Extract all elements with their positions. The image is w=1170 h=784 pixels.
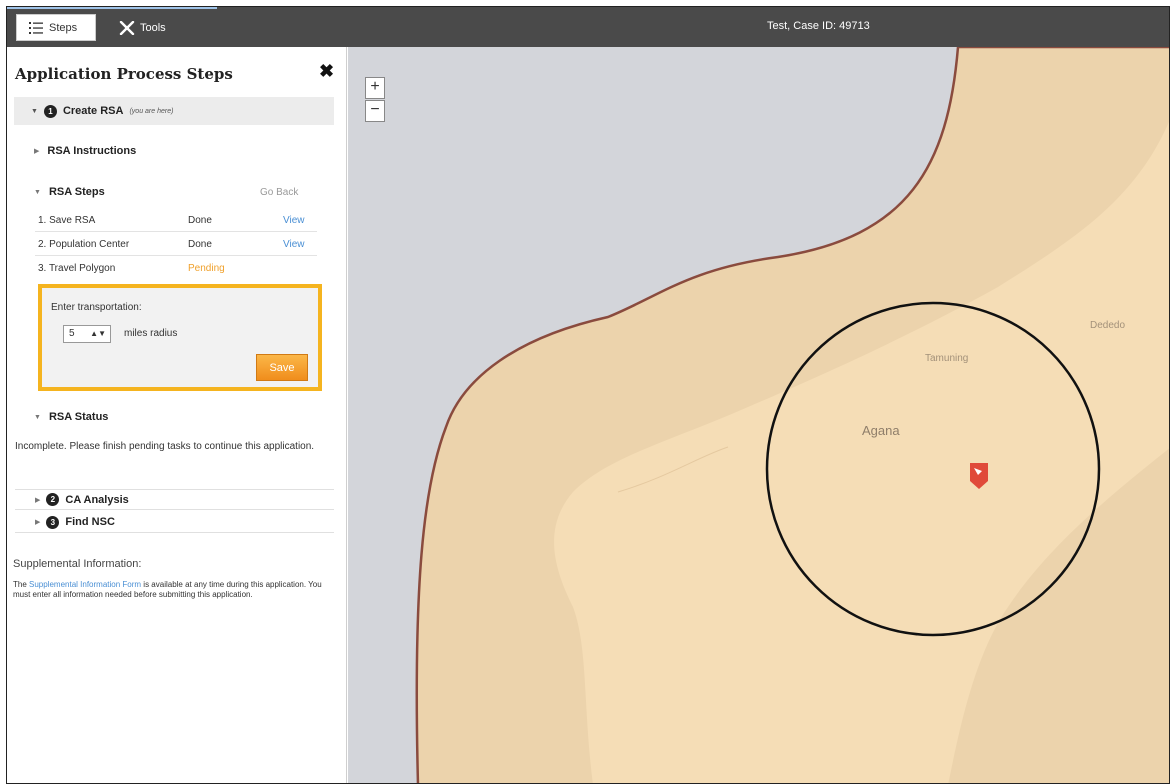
step-row-name: 1. Save RSA — [38, 215, 96, 226]
caret-down-icon: ▼ — [31, 107, 38, 115]
miles-radius-stepper[interactable]: 5 ▲▼ — [63, 325, 111, 343]
you-are-here-note: (you are here) — [129, 107, 174, 115]
caret-right-icon: ▶ — [34, 148, 40, 155]
city-label-dededo: Dededo — [1090, 320, 1126, 331]
save-button[interactable]: Save — [256, 354, 308, 381]
tab-steps[interactable]: Steps — [16, 14, 96, 41]
tab-tools[interactable]: Tools — [119, 17, 166, 39]
step-row: 3. Travel Polygon Pending — [35, 258, 317, 280]
step-create-rsa[interactable]: ▼ 1 Create RSA (you are here) — [14, 97, 334, 125]
rsa-status-toggle[interactable]: ▼ RSA Status — [34, 411, 108, 423]
caret-right-icon: ▶ — [35, 519, 41, 526]
tab-steps-label: Steps — [49, 21, 78, 34]
step-row-name: 3. Travel Polygon — [38, 263, 116, 274]
step-name: CA Analysis — [65, 493, 129, 506]
top-accent-line — [7, 7, 217, 9]
supplemental-title: Supplemental Information: — [13, 558, 142, 570]
transportation-label: Enter transportation: — [51, 302, 142, 313]
rsa-status-text: Incomplete. Please finish pending tasks … — [15, 441, 315, 452]
zoom-out-button[interactable]: − — [365, 100, 385, 122]
miles-radius-label: miles radius — [124, 328, 178, 339]
caret-down-icon: ▼ — [34, 188, 41, 196]
supplemental-form-link[interactable]: Supplemental Information Form — [29, 580, 141, 589]
go-back-link[interactable]: Go Back — [260, 187, 298, 198]
app-window: Steps Tools Test, Case ID: 49713 Applica… — [6, 6, 1170, 784]
step-name: Find NSC — [65, 516, 115, 528]
caret-right-icon: ▶ — [35, 496, 41, 504]
view-link[interactable]: View — [283, 239, 305, 250]
supplemental-text-before: The — [13, 580, 30, 589]
step-row-status: Pending — [188, 263, 225, 274]
step-row-status: Done — [188, 215, 212, 226]
step-row-name: 2. Population Center — [38, 239, 130, 250]
close-icon[interactable]: ✖ — [319, 61, 334, 82]
top-bar: Steps Tools Test, Case ID: 49713 — [7, 7, 1169, 47]
rsa-steps-label: RSA Steps — [48, 186, 105, 198]
panel-title: Application Process Steps — [15, 65, 233, 83]
step-row: 1. Save RSA Done View — [35, 210, 317, 232]
step-row: 2. Population Center Done View — [35, 234, 317, 256]
step-name: Create RSA — [62, 105, 124, 117]
city-label-tamuning: Tamuning — [925, 353, 969, 364]
step-number-badge: 1 — [43, 104, 57, 118]
step-ca-analysis[interactable]: ▶ 2 CA Analysis — [15, 489, 334, 510]
miles-radius-value: 5 — [69, 328, 75, 339]
case-title: Test, Case ID: 49713 — [767, 20, 870, 32]
map-canvas[interactable] — [348, 47, 1170, 784]
city-label-agana: Agana — [862, 423, 900, 438]
tab-tools-label: Tools — [140, 22, 166, 34]
rsa-status-label: RSA Status — [48, 411, 109, 423]
zoom-in-button[interactable]: + — [365, 77, 385, 99]
map-view[interactable]: + − Dededo Tamuning Agana — [348, 47, 1170, 784]
step-row-status: Done — [188, 239, 212, 250]
stepper-arrows-icon[interactable]: ▲▼ — [90, 326, 106, 342]
step-number-badge: 2 — [46, 493, 60, 506]
transportation-box: Enter transportation: 5 ▲▼ miles radius … — [38, 284, 322, 391]
supplemental-text: The Supplemental Information Form is ava… — [13, 580, 333, 600]
caret-down-icon: ▼ — [34, 413, 41, 421]
step-find-nsc[interactable]: ▶ 3 Find NSC — [15, 512, 334, 533]
list-numbered-icon — [29, 21, 43, 34]
step-number-badge: 3 — [46, 515, 60, 529]
rsa-instructions-label: RSA Instructions — [47, 145, 137, 157]
tools-icon — [119, 21, 135, 35]
rsa-instructions-toggle[interactable]: ▶ RSA Instructions — [34, 145, 136, 157]
view-link[interactable]: View — [283, 215, 305, 226]
rsa-steps-toggle[interactable]: ▼ RSA Steps — [34, 186, 105, 198]
steps-panel: Application Process Steps ✖ ▼ 1 Create R… — [7, 47, 347, 783]
